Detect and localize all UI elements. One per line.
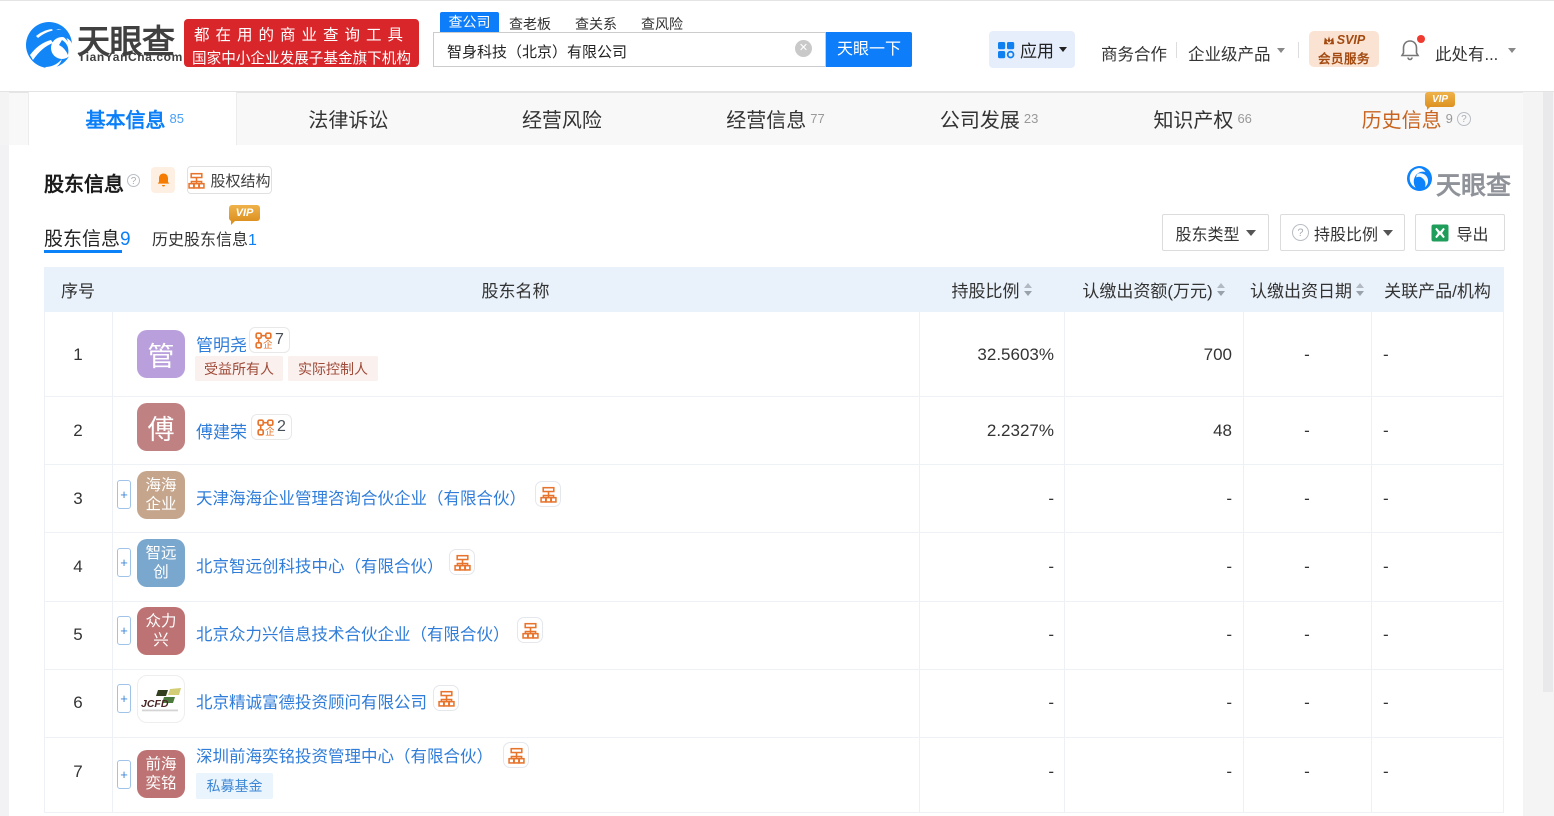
svg-text:企: 企	[265, 425, 274, 436]
svg-text:企: 企	[263, 338, 272, 349]
svg-text:JCFD: JCFD	[141, 698, 169, 710]
